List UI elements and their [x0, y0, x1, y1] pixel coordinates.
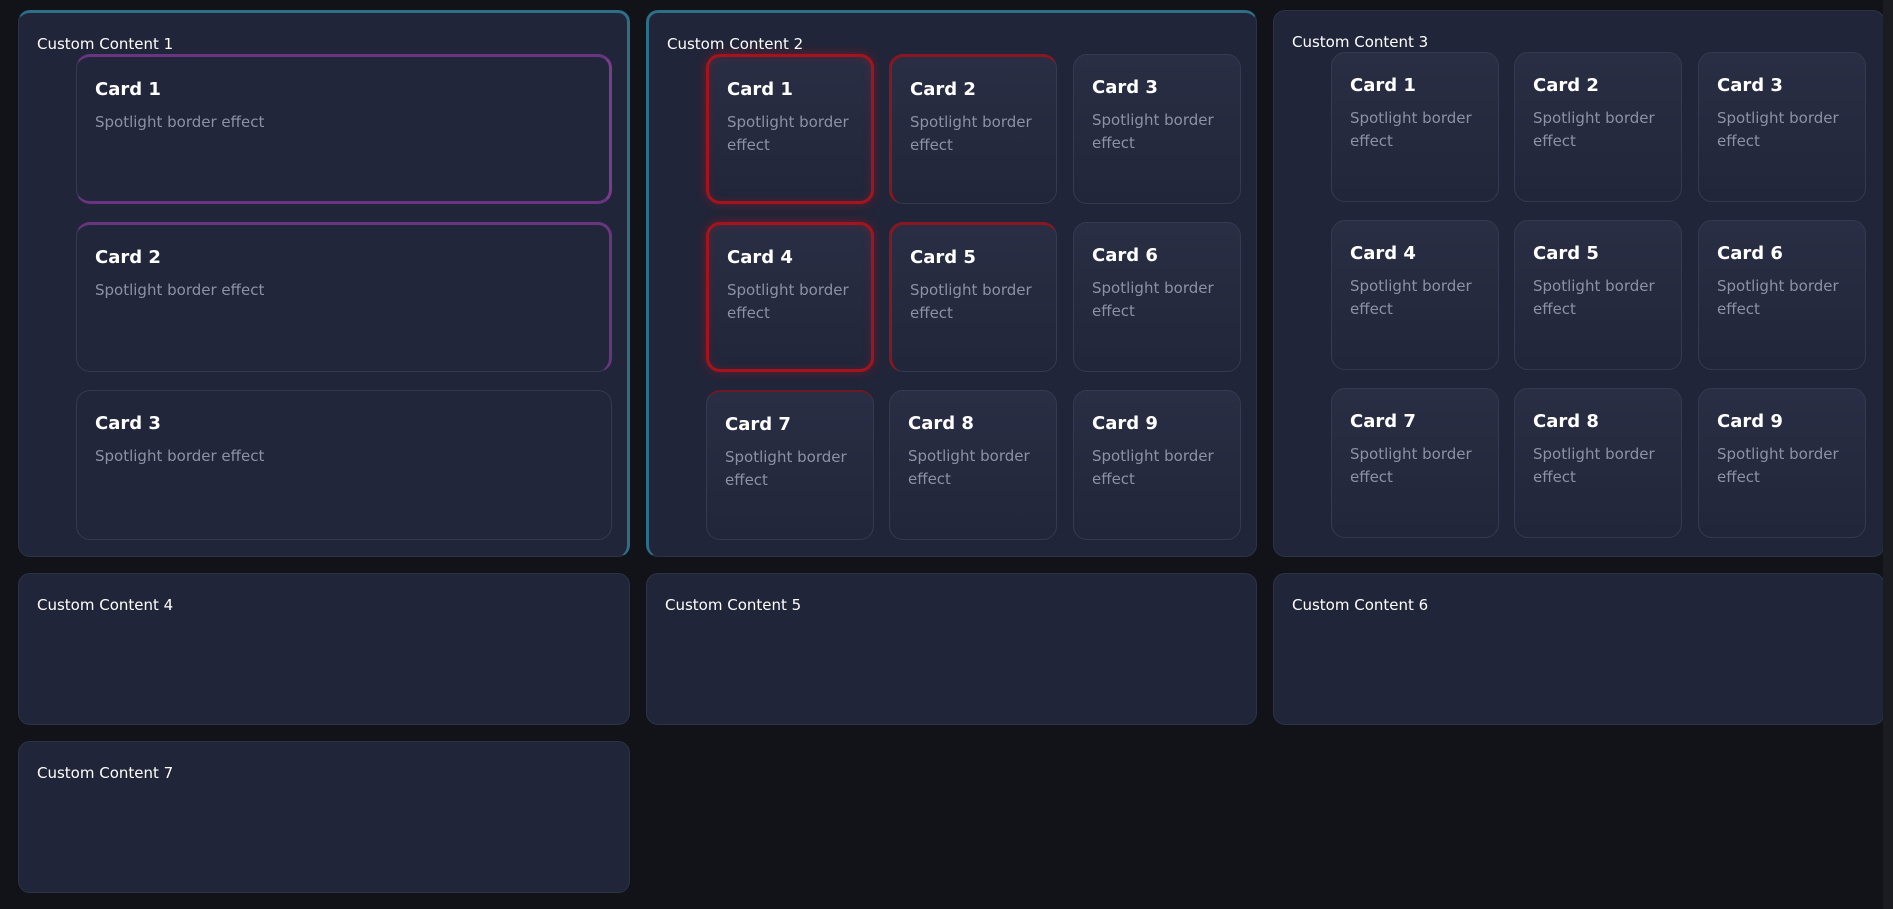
card-title: Card 1	[95, 79, 161, 100]
card-description: Spotlight border effect	[1350, 277, 1472, 318]
card-description: Spotlight border effect	[1350, 445, 1472, 486]
card-title: Card 4	[1350, 243, 1416, 264]
card-6[interactable]: Card 6 Spotlight border effect	[1073, 222, 1241, 372]
card-2[interactable]: Card 2 Spotlight border effect	[889, 54, 1057, 204]
card-description: Spotlight border effect	[725, 448, 847, 489]
card-title: Card 6	[1717, 243, 1783, 264]
card-3[interactable]: Card 3 Spotlight border effect	[1073, 54, 1241, 204]
card-1[interactable]: Card 1 Spotlight border effect	[1331, 52, 1499, 202]
card-8[interactable]: Card 8 Spotlight border effect	[1514, 388, 1682, 538]
card-4[interactable]: Card 4 Spotlight border effect	[706, 222, 874, 372]
card-description: Spotlight border effect	[908, 447, 1030, 488]
custom-content-panel-2: Custom Content 2 Card 1 Spotlight border…	[646, 10, 1257, 557]
panel-title: Custom Content 2	[667, 35, 804, 53]
card-title: Card 1	[727, 79, 793, 100]
card-3[interactable]: Card 3 Spotlight border effect	[76, 390, 612, 540]
page: Custom Content 1 Card 1 Spotlight border…	[0, 0, 1893, 909]
card-description: Spotlight border effect	[1092, 111, 1214, 152]
card-title: Card 7	[1350, 411, 1416, 432]
card-description: Spotlight border effect	[1533, 445, 1655, 486]
card-description: Spotlight border effect	[95, 113, 265, 131]
card-description: Spotlight border effect	[727, 113, 849, 154]
custom-content-panel-6: Custom Content 6	[1273, 573, 1885, 725]
card-description: Spotlight border effect	[1717, 445, 1839, 486]
card-5[interactable]: Card 5 Spotlight border effect	[1514, 220, 1682, 370]
card-9[interactable]: Card 9 Spotlight border effect	[1698, 388, 1866, 538]
custom-content-panel-7: Custom Content 7	[18, 741, 630, 893]
card-title: Card 3	[1717, 75, 1783, 96]
panel-title: Custom Content 3	[1292, 33, 1429, 51]
card-description: Spotlight border effect	[1350, 109, 1472, 150]
card-title: Card 2	[910, 79, 976, 100]
card-description: Spotlight border effect	[1092, 279, 1214, 320]
card-title: Card 8	[1533, 411, 1599, 432]
card-description: Spotlight border effect	[1533, 109, 1655, 150]
card-title: Card 7	[725, 414, 791, 435]
card-8[interactable]: Card 8 Spotlight border effect	[889, 390, 1057, 540]
card-title: Card 5	[910, 247, 976, 268]
custom-content-panel-5: Custom Content 5	[646, 573, 1257, 725]
card-title: Card 2	[1533, 75, 1599, 96]
card-6[interactable]: Card 6 Spotlight border effect	[1698, 220, 1866, 370]
card-description: Spotlight border effect	[1717, 277, 1839, 318]
card-7[interactable]: Card 7 Spotlight border effect	[706, 390, 874, 540]
card-title: Card 4	[727, 247, 793, 268]
card-1[interactable]: Card 1 Spotlight border effect	[76, 54, 612, 204]
card-title: Card 1	[1350, 75, 1416, 96]
card-4[interactable]: Card 4 Spotlight border effect	[1331, 220, 1499, 370]
custom-content-panel-1: Custom Content 1 Card 1 Spotlight border…	[18, 10, 630, 557]
card-title: Card 2	[95, 247, 161, 268]
custom-content-panel-3: Custom Content 3 Card 1 Spotlight border…	[1273, 10, 1885, 557]
custom-content-panel-4: Custom Content 4	[18, 573, 630, 725]
card-7[interactable]: Card 7 Spotlight border effect	[1331, 388, 1499, 538]
card-description: Spotlight border effect	[95, 281, 265, 299]
card-title: Card 9	[1717, 411, 1783, 432]
panel-title: Custom Content 4	[37, 596, 174, 614]
card-title: Card 5	[1533, 243, 1599, 264]
card-description: Spotlight border effect	[1533, 277, 1655, 318]
card-title: Card 3	[1092, 77, 1158, 98]
card-title: Card 3	[95, 413, 161, 434]
card-5[interactable]: Card 5 Spotlight border effect	[889, 222, 1057, 372]
card-3[interactable]: Card 3 Spotlight border effect	[1698, 52, 1866, 202]
card-description: Spotlight border effect	[910, 281, 1032, 322]
card-9[interactable]: Card 9 Spotlight border effect	[1073, 390, 1241, 540]
card-description: Spotlight border effect	[910, 113, 1032, 154]
card-description: Spotlight border effect	[1092, 447, 1214, 488]
card-description: Spotlight border effect	[1717, 109, 1839, 150]
panel-title: Custom Content 5	[665, 596, 802, 614]
card-title: Card 9	[1092, 413, 1158, 434]
card-title: Card 8	[908, 413, 974, 434]
card-1[interactable]: Card 1 Spotlight border effect	[706, 54, 874, 204]
panel-title: Custom Content 7	[37, 764, 174, 782]
panel-title: Custom Content 6	[1292, 596, 1429, 614]
card-description: Spotlight border effect	[95, 447, 265, 465]
card-description: Spotlight border effect	[727, 281, 849, 322]
panel-title: Custom Content 1	[37, 35, 174, 53]
card-title: Card 6	[1092, 245, 1158, 266]
card-2[interactable]: Card 2 Spotlight border effect	[1514, 52, 1682, 202]
vertical-scrollbar[interactable]	[1883, 0, 1893, 909]
card-2[interactable]: Card 2 Spotlight border effect	[76, 222, 612, 372]
